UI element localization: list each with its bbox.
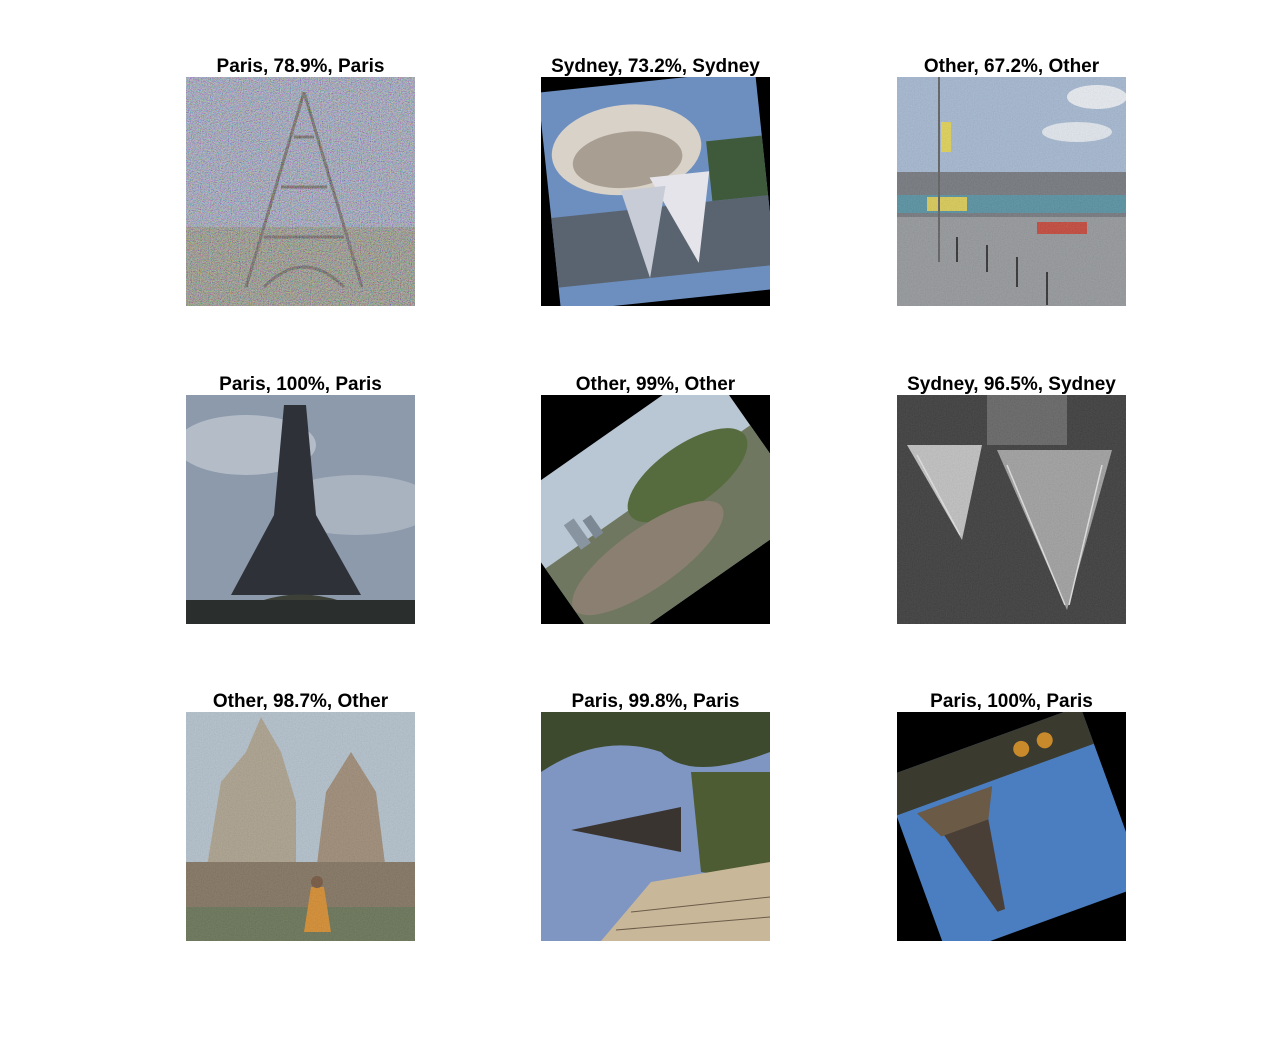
panel-title: Paris, 100%, Paris (219, 374, 382, 395)
panel-title: Sydney, 96.5%, Sydney (907, 374, 1116, 395)
panel-8: Paris, 99.8%, Paris (541, 690, 770, 941)
panel-5: Other, 99%, Other (541, 373, 770, 624)
panel-title: Sydney, 73.2%, Sydney (551, 56, 760, 77)
panel-1: Paris, 78.9%, Paris (186, 55, 415, 306)
temple-ruins-monk-image (186, 712, 415, 941)
eiffel-tower-noisy-image (186, 77, 415, 306)
panel-3: Other, 67.2%, Other (897, 55, 1126, 306)
panel-title: Other, 67.2%, Other (923, 56, 1100, 77)
panel-9: Paris, 100%, Paris (897, 690, 1126, 941)
panel-title: Other, 98.7%, Other (212, 691, 389, 712)
eiffel-tower-upside-down-rotated-image (897, 712, 1126, 941)
sydney-opera-house-rotated-image (541, 77, 770, 306)
panel-title: Paris, 78.9%, Paris (216, 56, 385, 77)
panel-4: Paris, 100%, Paris (186, 373, 415, 624)
panel-6: Sydney, 96.5%, Sydney (897, 373, 1126, 624)
panel-title: Paris, 100%, Paris (930, 691, 1093, 712)
hillside-trees-rotated-image (541, 395, 770, 624)
eiffel-tower-cloudy-image (186, 395, 415, 624)
eiffel-tower-sideways-image (541, 712, 770, 941)
panel-title: Paris, 99.8%, Paris (571, 691, 740, 712)
opera-house-interior-grayscale-image (897, 395, 1126, 624)
figure: { "panels": [ {"title": "Paris, 78.9%, P… (0, 0, 1266, 1059)
panel-2: Sydney, 73.2%, Sydney (541, 55, 770, 306)
panel-7: Other, 98.7%, Other (186, 690, 415, 941)
stadium-street-image (897, 77, 1126, 306)
panel-title: Other, 99%, Other (575, 374, 736, 395)
